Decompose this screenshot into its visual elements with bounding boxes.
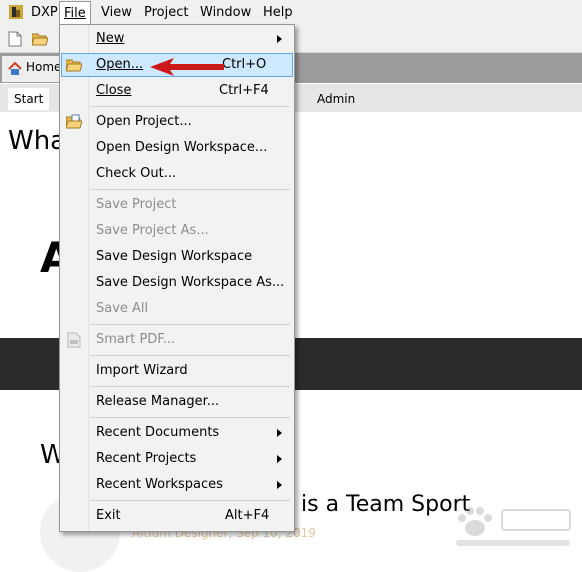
menu-item-close-label: Close [96, 83, 132, 98]
menu-separator [90, 500, 290, 501]
open-project-icon [65, 114, 83, 130]
menu-item-check-out[interactable]: Check Out... [61, 162, 293, 186]
menu-item-recent-documents-label: Recent Documents [96, 425, 220, 440]
submenu-arrow-icon [277, 481, 282, 489]
smart-pdf-icon [66, 332, 82, 348]
menu-item-open-design-workspace-label: Open Design Workspace... [96, 140, 268, 155]
tab-start[interactable]: Start [8, 88, 50, 110]
menu-file-label: File [64, 6, 86, 21]
tab-admin[interactable]: Admin [317, 92, 355, 106]
menu-item-save-all[interactable]: Save All [61, 297, 293, 321]
menu-separator [90, 324, 290, 325]
menu-item-save-project[interactable]: Save Project [61, 193, 293, 217]
open-folder-icon[interactable] [31, 32, 49, 46]
menu-item-smart-pdf-label: Smart PDF... [96, 332, 176, 347]
new-file-icon[interactable] [8, 31, 22, 47]
menu-item-new-label: New [96, 31, 125, 46]
menu-item-save-design-workspace-label: Save Design Workspace [96, 249, 253, 264]
menu-separator [90, 417, 290, 418]
menu-item-recent-workspaces-label: Recent Workspaces [96, 477, 223, 492]
menu-item-save-design-workspace-as-label: Save Design Workspace As... [96, 275, 285, 290]
menu-item-check-out-label: Check Out... [96, 166, 177, 181]
menu-window[interactable]: Window [200, 4, 251, 22]
menu-item-exit-shortcut: Alt+F4 [225, 508, 270, 523]
menu-item-open-label: Open... [96, 57, 144, 72]
menu-file[interactable]: File [59, 1, 91, 26]
file-menu-dropdown: New Open... Ctrl+O Close Ctrl+F4 Open Pr… [59, 24, 295, 532]
menu-item-import-wizard[interactable]: Import Wizard [61, 359, 293, 383]
annotation-arrow-icon [150, 56, 226, 78]
menu-item-close[interactable]: Close Ctrl+F4 [61, 79, 293, 103]
submenu-arrow-icon [277, 429, 282, 437]
menu-item-recent-documents[interactable]: Recent Documents [61, 421, 293, 445]
submenu-arrow-icon [277, 455, 282, 463]
menu-item-open-project-label: Open Project... [96, 114, 192, 129]
menu-item-smart-pdf[interactable]: Smart PDF... [61, 328, 293, 352]
menu-separator [90, 189, 290, 190]
home-icon [8, 61, 22, 75]
menu-item-open-project[interactable]: Open Project... [61, 110, 293, 134]
menu-item-save-all-label: Save All [96, 301, 149, 316]
menu-item-exit-label: Exit [96, 508, 121, 523]
menu-item-exit[interactable]: Exit Alt+F4 [61, 504, 293, 528]
menu-item-release-manager-label: Release Manager... [96, 394, 220, 409]
menu-item-save-project-label: Save Project [96, 197, 177, 212]
menu-project[interactable]: Project [144, 4, 188, 22]
menu-item-recent-workspaces[interactable]: Recent Workspaces [61, 473, 293, 497]
menu-help[interactable]: Help [263, 4, 293, 22]
menu-item-release-manager[interactable]: Release Manager... [61, 390, 293, 414]
menu-bar: DXP File View Project Window Help [0, 0, 582, 26]
menu-dxp[interactable]: DXP [31, 4, 58, 22]
menu-view[interactable]: View [101, 4, 132, 22]
menu-item-save-design-workspace[interactable]: Save Design Workspace [61, 245, 293, 269]
menu-separator [90, 355, 290, 356]
menu-item-recent-projects-label: Recent Projects [96, 451, 197, 466]
page-heading-fragment: Wha [8, 126, 67, 156]
menu-item-new[interactable]: New [61, 27, 293, 51]
baidu-watermark-logo [448, 500, 576, 552]
menu-separator [90, 106, 290, 107]
menu-item-open-shortcut: Ctrl+O [222, 57, 267, 72]
submenu-arrow-icon [277, 35, 282, 43]
menu-item-recent-projects[interactable]: Recent Projects [61, 447, 293, 471]
menu-item-save-project-as[interactable]: Save Project As... [61, 219, 293, 243]
menu-item-import-wizard-label: Import Wizard [96, 363, 188, 378]
article-title-fragment[interactable]: is a Team Sport [301, 492, 470, 518]
menu-item-save-design-workspace-as[interactable]: Save Design Workspace As... [61, 271, 293, 295]
menu-separator [90, 386, 290, 387]
menu-item-close-shortcut: Ctrl+F4 [219, 83, 269, 98]
tab-home-label: Home [26, 60, 62, 74]
dxp-logo-icon[interactable] [9, 5, 23, 19]
menu-item-save-project-as-label: Save Project As... [96, 223, 209, 238]
menu-item-open-design-workspace[interactable]: Open Design Workspace... [61, 136, 293, 160]
open-folder-icon [65, 58, 83, 72]
tab-home[interactable]: Home [2, 56, 62, 82]
